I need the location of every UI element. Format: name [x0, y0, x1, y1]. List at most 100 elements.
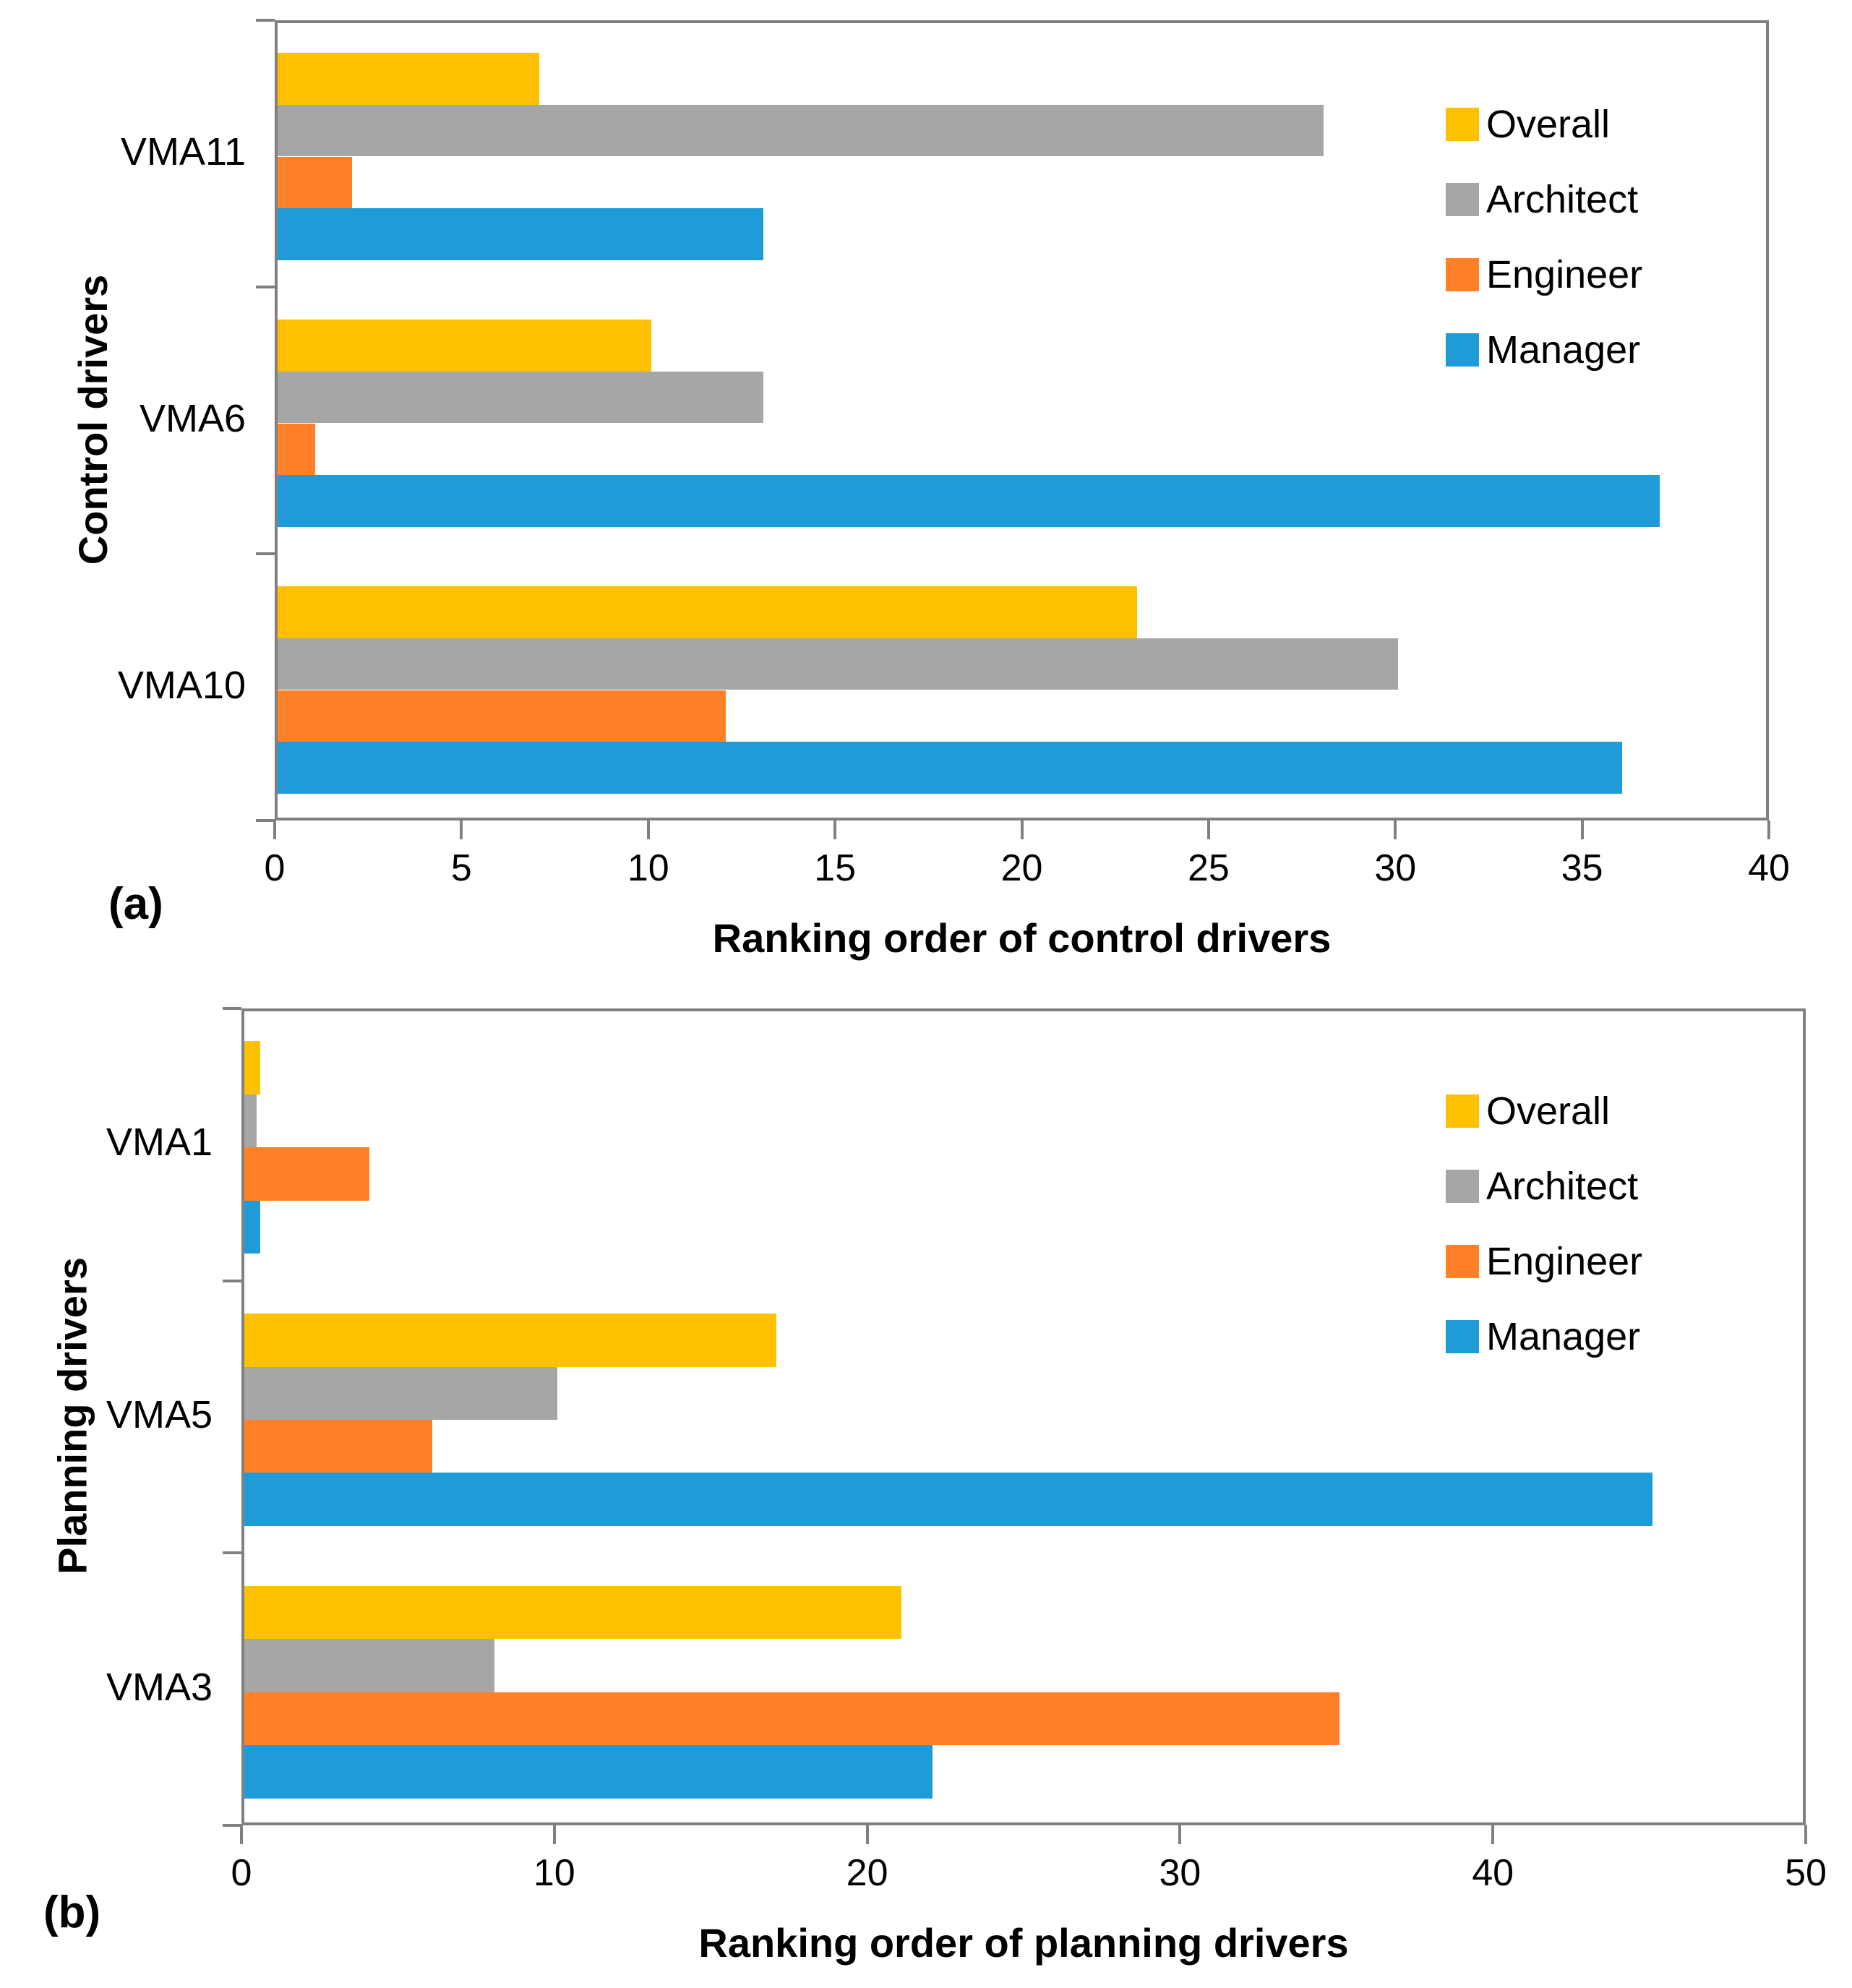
bar-vma3-engineer [244, 1692, 1339, 1746]
y-category-label-vma11: VMA11 [120, 129, 246, 173]
bar-vma1-engineer [244, 1147, 370, 1201]
x-tick-label: 10 [627, 847, 669, 889]
x-tick-mark [1178, 1825, 1182, 1844]
legend-label: Manager [1486, 1315, 1641, 1358]
legend-item-overall[interactable]: Overall [1446, 87, 1642, 162]
legend-item-engineer[interactable]: Engineer [1446, 1224, 1642, 1299]
x-tick-mark [833, 821, 837, 839]
legend-swatch-manager [1446, 333, 1479, 367]
bar-vma1-architect [244, 1094, 257, 1148]
legend-item-architect[interactable]: Architect [1446, 1149, 1642, 1224]
legend-item-manager[interactable]: Manager [1446, 1299, 1642, 1374]
y-tick-mark [223, 1551, 241, 1555]
legend-swatch-overall [1446, 1094, 1479, 1128]
x-tick-mark [552, 1825, 556, 1844]
bar-vma5-architect [244, 1366, 557, 1420]
y-category-label-vma10: VMA10 [117, 663, 246, 707]
subfigure-caption-a: (a) [108, 879, 163, 929]
bar-vma5-overall [244, 1314, 776, 1367]
subfigure-caption-b: (b) [43, 1888, 101, 1937]
bar-vma6-overall [278, 319, 651, 372]
y-tick-mark [223, 1824, 241, 1827]
legend-label: Engineer [1486, 1240, 1643, 1283]
legend-swatch-architect [1446, 183, 1479, 216]
x-tick-mark [1206, 821, 1210, 839]
legend-swatch-manager [1446, 1320, 1479, 1353]
y-category-label-vma6: VMA6 [139, 396, 246, 440]
x-tick-label: 35 [1561, 847, 1603, 889]
x-tick-mark [1804, 1825, 1807, 1844]
x-tick-mark [646, 821, 650, 839]
legend-item-architect[interactable]: Architect [1446, 162, 1642, 237]
y-category-label-vma5: VMA5 [106, 1393, 213, 1436]
legend-b: Overall Architect Engineer Manager [1446, 1074, 1642, 1374]
y-category-label-vma3: VMA3 [106, 1665, 213, 1709]
legend-label: Overall [1486, 103, 1611, 146]
y-tick-mark [256, 819, 275, 822]
legend-item-overall[interactable]: Overall [1446, 1074, 1642, 1149]
x-tick-mark [1020, 821, 1024, 839]
bar-vma1-manager [244, 1200, 260, 1254]
x-tick-mark [240, 1825, 243, 1844]
bar-vma10-overall [278, 586, 1137, 638]
legend-label: Manager [1486, 328, 1641, 372]
x-tick-label: 30 [1159, 1852, 1201, 1894]
panel-a: Control drivers VMA11 VMA6 VMA10 0 5 10 15 20 2… [0, 0, 1852, 961]
y-tick-mark [223, 1279, 241, 1282]
bar-vma5-manager [244, 1473, 1652, 1526]
x-tick-label: 0 [231, 1852, 252, 1894]
bar-vma6-engineer [278, 423, 315, 476]
x-tick-mark [1491, 1825, 1495, 1844]
x-tick-label: 40 [1472, 1852, 1514, 1894]
legend-swatch-engineer [1446, 1245, 1479, 1278]
x-tick-label: 0 [264, 847, 286, 889]
x-axis-title-a: Ranking order of control drivers [712, 915, 1332, 961]
x-axis-title-b: Ranking order of planning drivers [698, 1920, 1349, 1966]
bar-vma3-overall [244, 1585, 901, 1640]
x-tick-mark [1767, 821, 1770, 839]
x-tick-label: 15 [814, 847, 857, 889]
legend-label: Overall [1486, 1089, 1611, 1133]
x-tick-label: 40 [1748, 847, 1790, 889]
figure-root: Control drivers VMA11 VMA6 VMA10 0 5 10 15 20 2… [0, 0, 1852, 1988]
y-tick-mark [256, 19, 275, 22]
bar-vma1-overall [244, 1041, 260, 1094]
legend-label: Engineer [1486, 253, 1643, 296]
x-tick-mark [460, 821, 463, 839]
bar-vma10-architect [278, 638, 1399, 690]
bar-vma11-engineer [278, 156, 353, 209]
bar-vma5-engineer [244, 1420, 432, 1473]
y-category-label-vma1: VMA1 [106, 1121, 213, 1165]
bar-vma6-manager [278, 475, 1660, 528]
x-tick-label: 50 [1785, 1852, 1827, 1894]
bar-vma11-overall [278, 52, 539, 105]
x-tick-mark [1394, 821, 1397, 839]
bar-vma10-manager [278, 742, 1623, 794]
legend-swatch-engineer [1446, 258, 1479, 291]
legend-label: Architect [1486, 178, 1639, 221]
y-tick-mark [256, 286, 275, 288]
x-tick-label: 30 [1374, 847, 1417, 889]
x-tick-label: 20 [846, 1852, 888, 1894]
legend-item-manager[interactable]: Manager [1446, 312, 1642, 387]
bar-vma3-manager [244, 1745, 933, 1799]
x-tick-mark [865, 1825, 869, 1844]
x-tick-label: 25 [1187, 847, 1230, 889]
legend-swatch-architect [1446, 1170, 1479, 1203]
y-tick-mark [256, 552, 275, 555]
bar-vma3-architect [244, 1639, 495, 1692]
x-tick-label: 5 [450, 847, 472, 889]
bar-vma6-architect [278, 371, 763, 424]
x-tick-label: 10 [533, 1852, 575, 1894]
bar-vma11-architect [278, 104, 1324, 157]
y-tick-mark [223, 1007, 241, 1010]
legend-item-engineer[interactable]: Engineer [1446, 237, 1642, 312]
x-tick-label: 20 [1000, 847, 1043, 889]
x-tick-mark [273, 821, 276, 839]
bar-vma11-manager [278, 208, 763, 261]
legend-swatch-overall [1446, 108, 1479, 141]
legend-label: Architect [1486, 1165, 1639, 1208]
bar-vma10-engineer [278, 690, 726, 742]
x-tick-mark [1580, 821, 1584, 839]
legend-a: Overall Architect Engineer Manager [1446, 87, 1642, 387]
